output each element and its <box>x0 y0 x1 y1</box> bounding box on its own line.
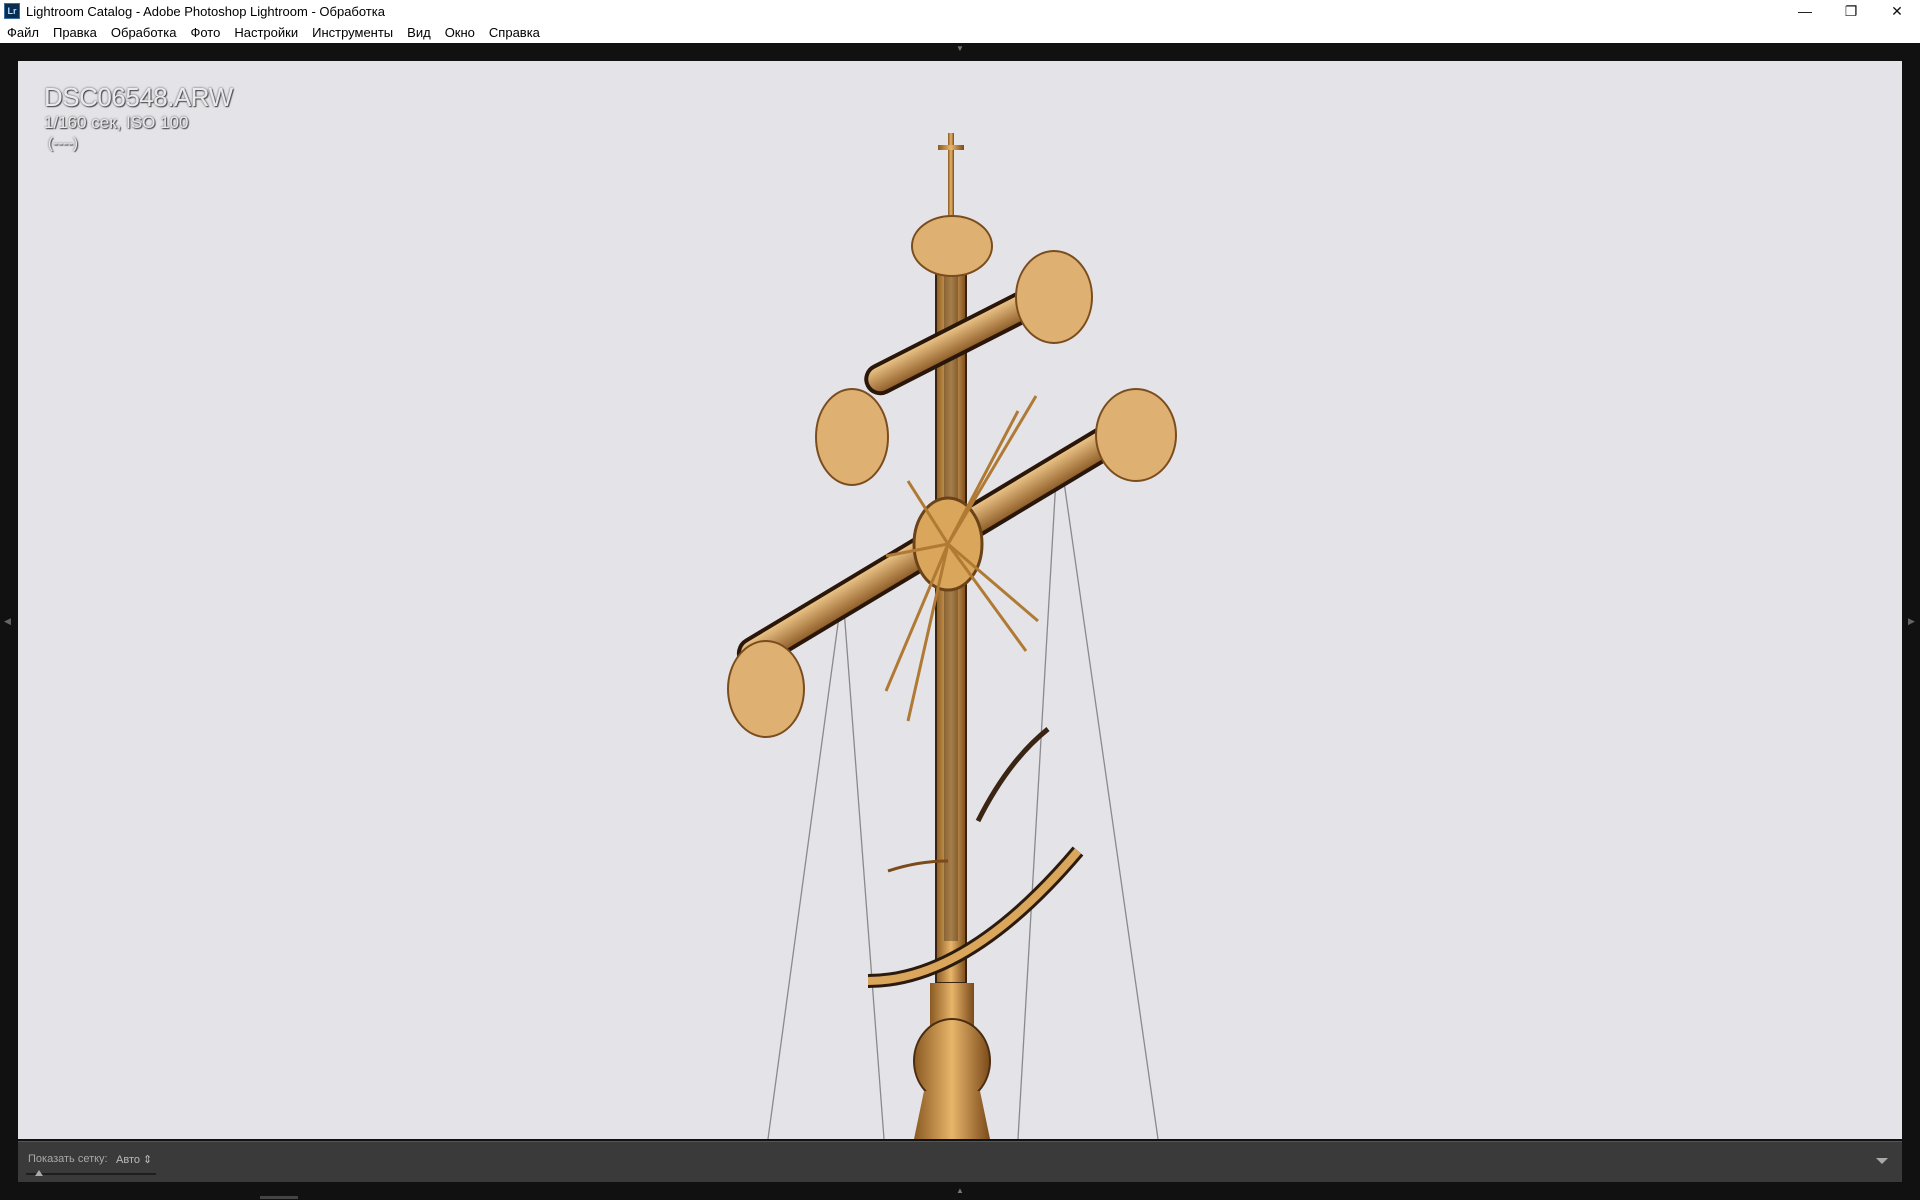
grid-overlay-label: Показать сетку: <box>28 1153 108 1165</box>
menu-photo[interactable]: Фото <box>183 22 227 43</box>
menu-file[interactable]: Файл <box>0 22 46 43</box>
filmstrip-toggle-icon[interactable]: ▲ <box>954 1186 966 1195</box>
window-controls: — ❐ ✕ <box>1782 0 1920 22</box>
menu-edit[interactable]: Правка <box>46 22 104 43</box>
top-panel-toggle-icon[interactable]: ▼ <box>954 44 966 53</box>
photo-rating: (----) <box>48 135 78 152</box>
restore-icon[interactable]: ❐ <box>1828 0 1874 22</box>
photo-info-overlay: DSC06548.ARW 1/160 сек, ISO 100 (----) <box>44 82 233 154</box>
menu-develop[interactable]: Обработка <box>104 22 184 43</box>
minimize-icon[interactable]: — <box>1782 0 1828 22</box>
menu-help[interactable]: Справка <box>482 22 547 43</box>
menu-view[interactable]: Вид <box>400 22 438 43</box>
grid-overlay-select[interactable]: Авто ⇕ <box>116 1153 152 1166</box>
lightroom-app-icon[interactable]: Lr <box>4 3 20 19</box>
menu-bar: Файл Правка Обработка Фото Настройки Инс… <box>0 22 1920 43</box>
menu-window[interactable]: Окно <box>438 22 482 43</box>
photo-exposure: 1/160 сек, ISO 100 <box>44 113 189 132</box>
grid-size-slider[interactable] <box>26 1173 156 1175</box>
left-panel-toggle-icon[interactable]: ◀ <box>4 616 12 628</box>
menu-tools[interactable]: Инструменты <box>305 22 400 43</box>
menu-settings[interactable]: Настройки <box>227 22 305 43</box>
grid-size-slider-thumb[interactable] <box>35 1170 43 1176</box>
toolbar-options-icon[interactable] <box>1876 1158 1888 1164</box>
photo-image <box>727 133 1177 1139</box>
filmstrip-tab[interactable] <box>260 1196 298 1199</box>
photo-filename: DSC06548.ARW <box>44 82 233 112</box>
photo-canvas[interactable] <box>18 61 1902 1139</box>
right-panel-toggle-icon[interactable]: ▶ <box>1908 616 1916 628</box>
window-title: Lightroom Catalog - Adobe Photoshop Ligh… <box>26 3 385 19</box>
title-bar: Lr Lightroom Catalog - Adobe Photoshop L… <box>0 0 1920 22</box>
toolbar: Показать сетку: Авто ⇕ <box>18 1141 1902 1182</box>
close-icon[interactable]: ✕ <box>1874 0 1920 22</box>
